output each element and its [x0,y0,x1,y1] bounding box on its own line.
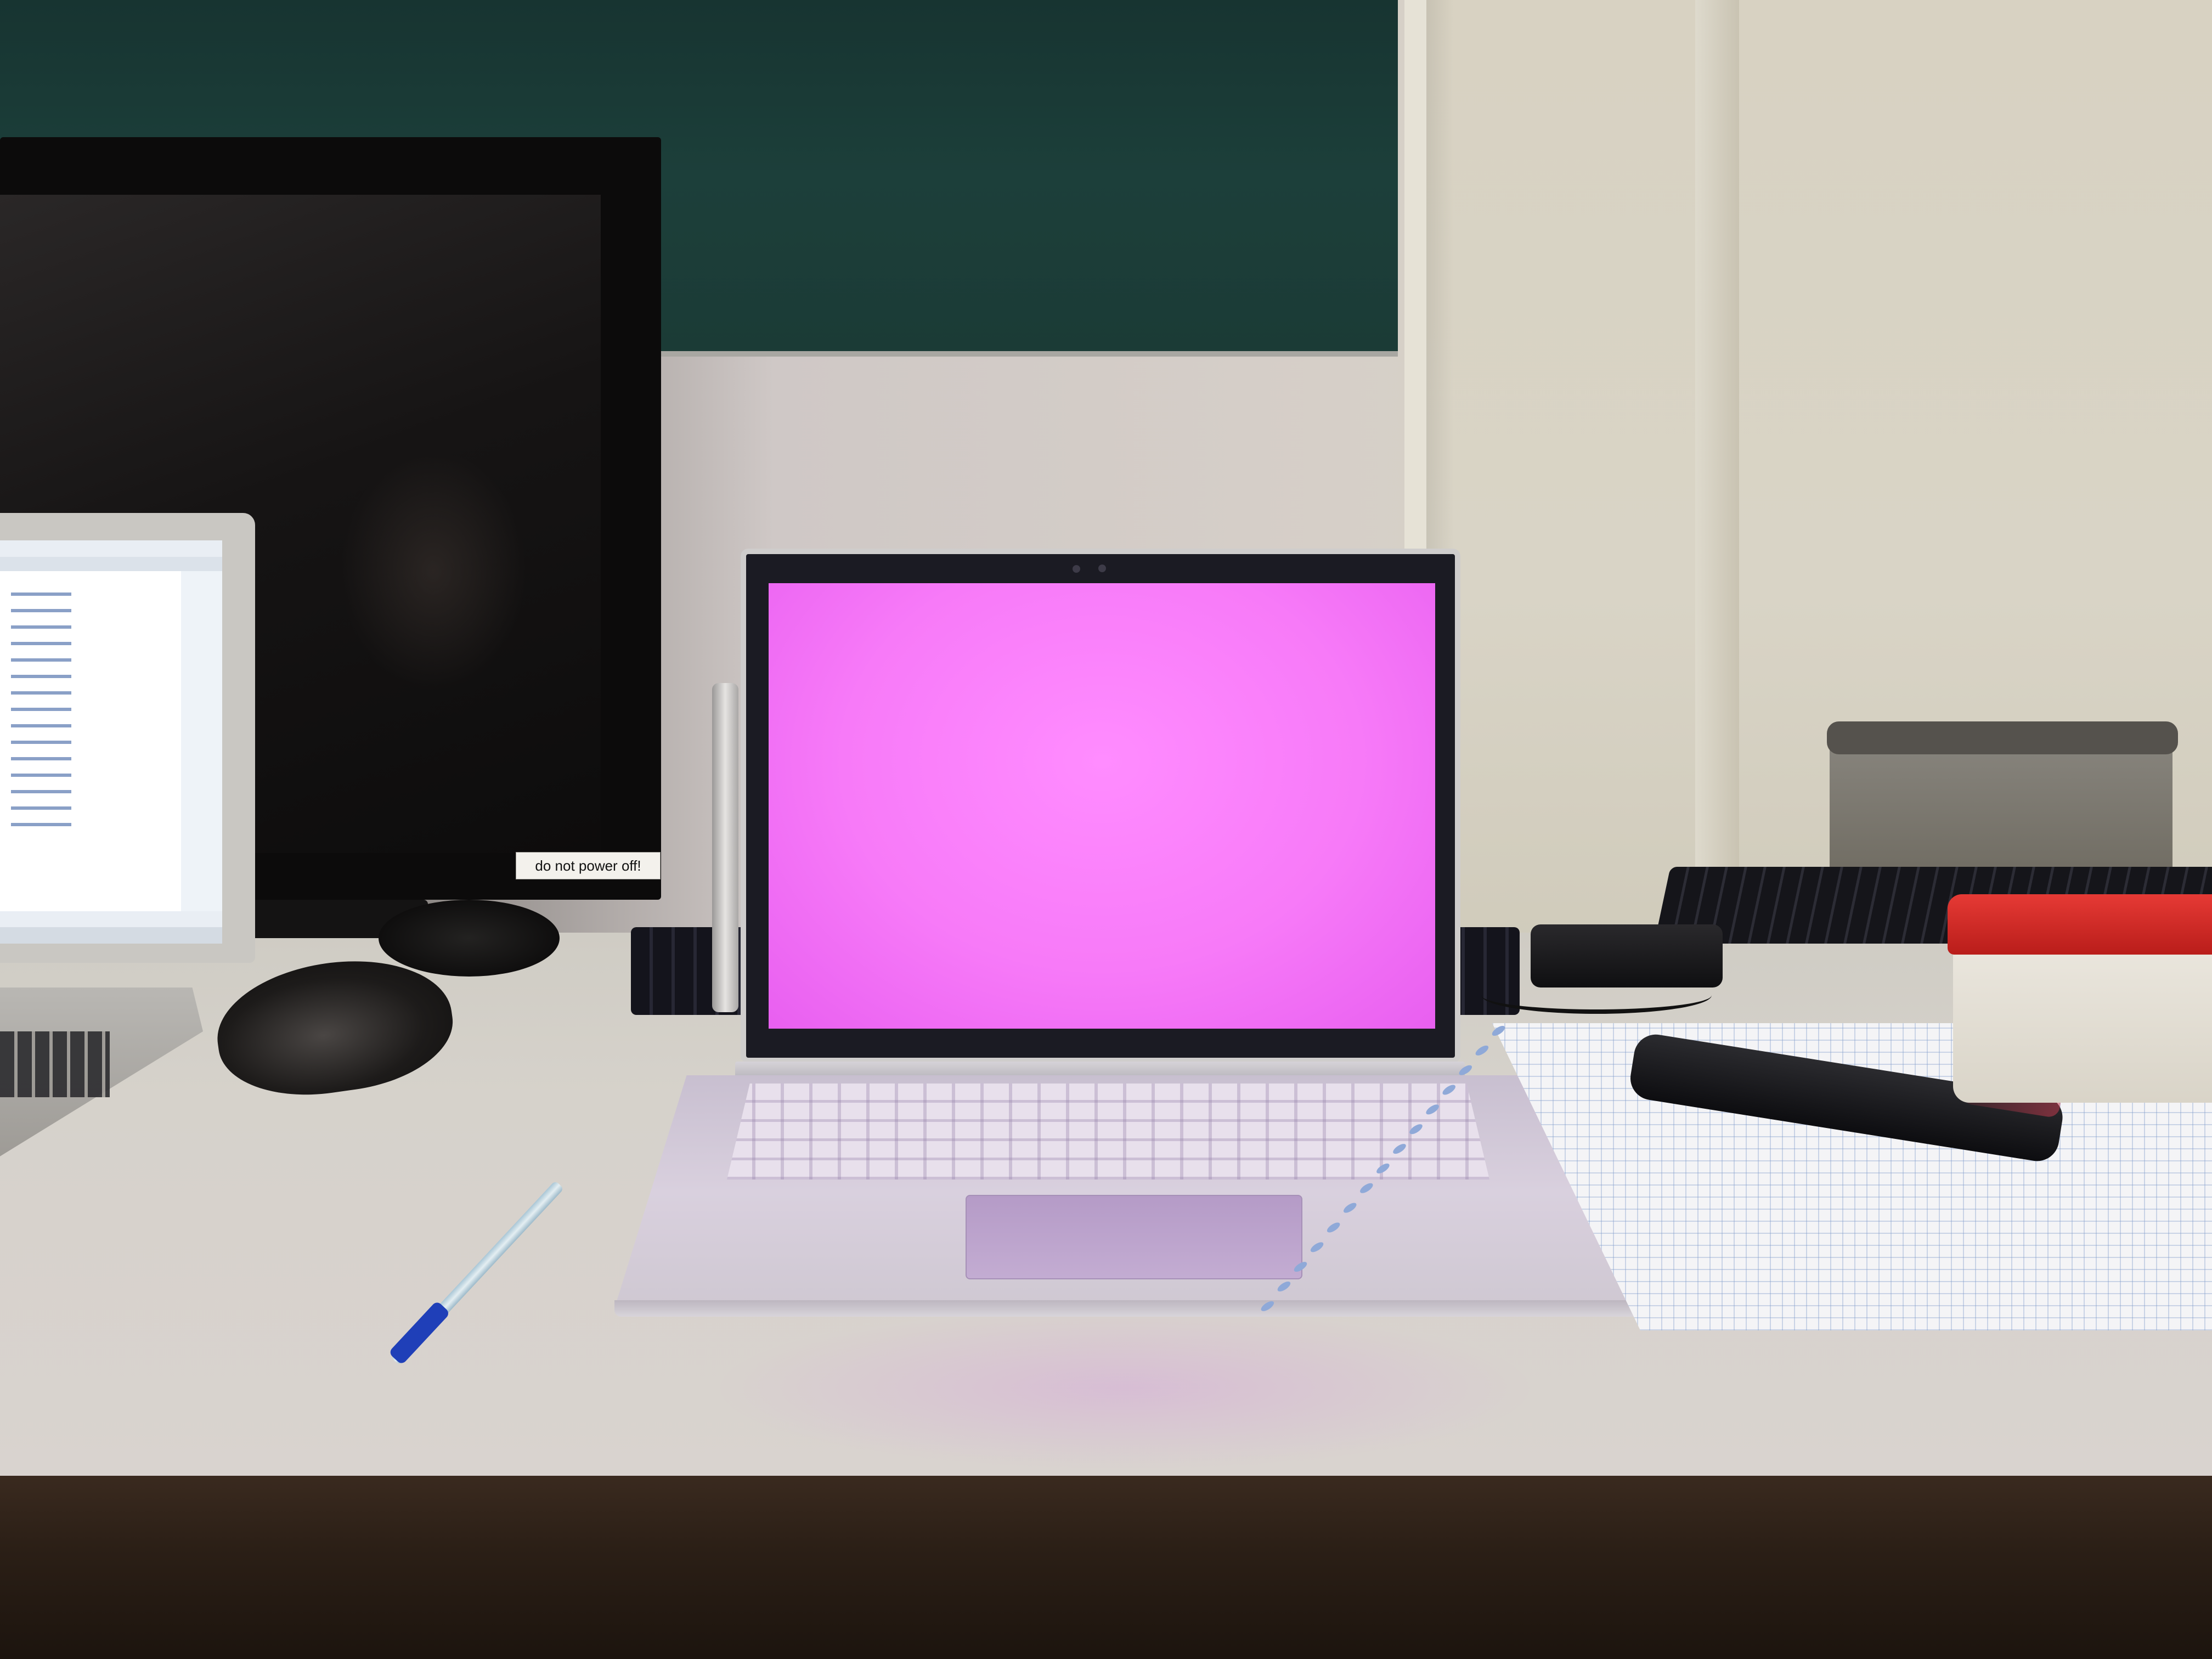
list-item [11,609,71,612]
list-item [11,642,71,645]
list-item [11,675,71,678]
screen-glow-reflection [713,1306,1536,1470]
list-item [11,691,71,695]
food-container-lid [1948,894,2212,955]
monitor-reflection [340,450,527,691]
list-item [11,790,71,793]
list-item [11,741,71,744]
wall-corner [1695,0,1739,878]
list-item [11,592,71,596]
list-item [11,724,71,727]
power-cable [1481,977,1712,1014]
list-item [11,806,71,810]
left-screen-side-panel [181,571,222,911]
warning-sticker: do not power off! [516,852,661,879]
center-laptop-screen [769,583,1435,1029]
trackpad [966,1195,1302,1279]
list-item [11,708,71,711]
camera-lens [1098,565,1106,572]
list-item [11,658,71,662]
waste-bin-bag [1827,721,2178,754]
stylus-pen [712,683,738,1012]
left-laptop-keyboard [0,1031,110,1097]
desk-edge [0,1476,2212,1659]
list-item [11,823,71,826]
list-item [11,774,71,777]
left-screen-taskbar [0,927,222,944]
mouse-back [379,900,560,977]
list-item [11,625,71,629]
list-item [11,757,71,760]
left-screen-browser-tabs [0,557,222,571]
center-laptop-keyboard [727,1084,1489,1180]
camera-sensor [1073,565,1080,573]
